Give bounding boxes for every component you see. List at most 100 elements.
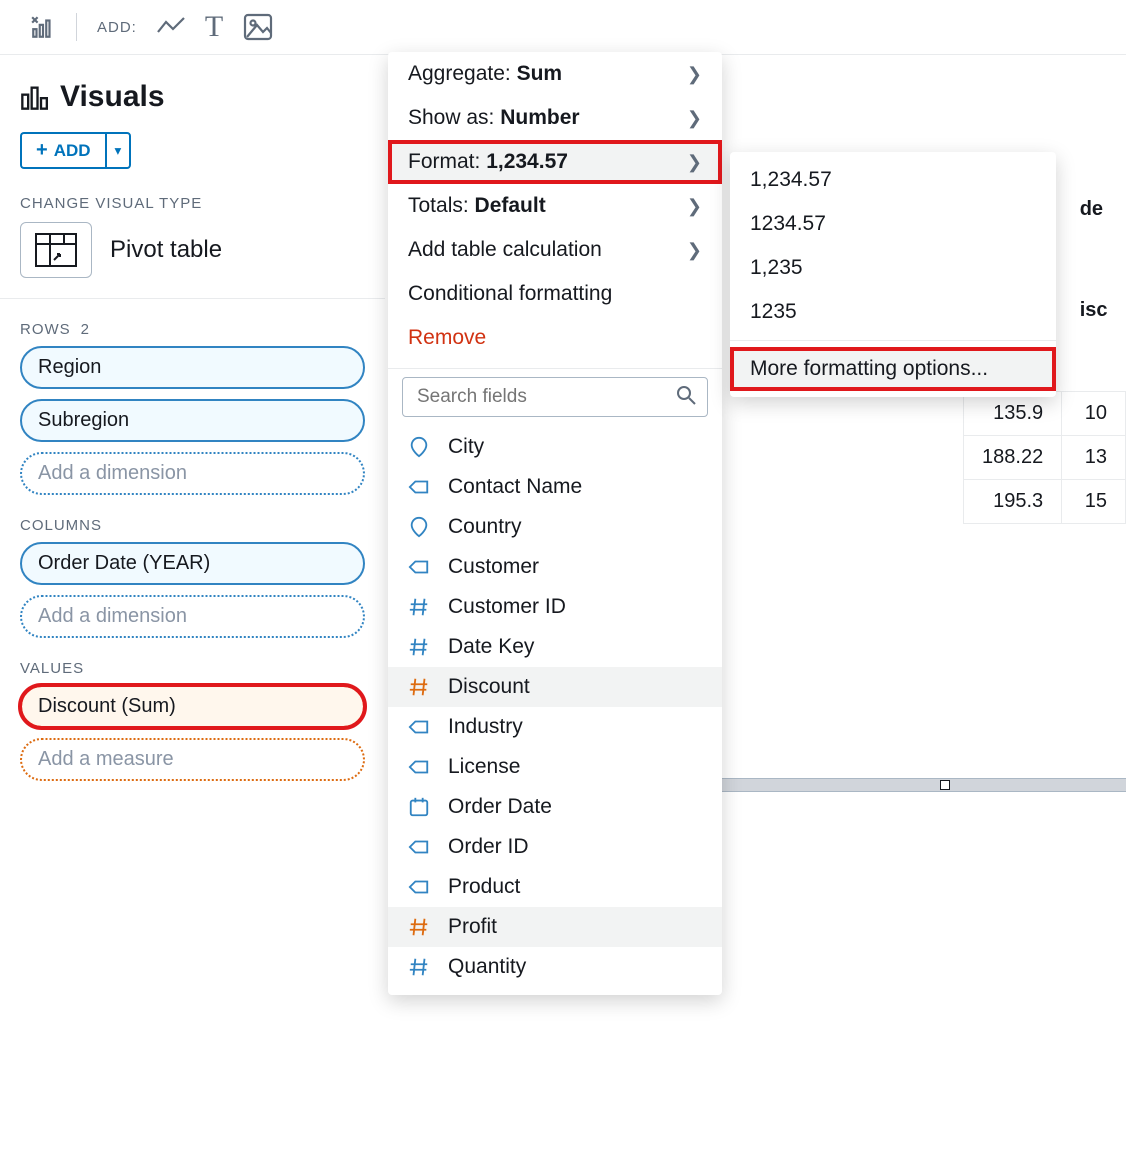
showas-prefix: Show as: — [408, 106, 500, 129]
add-visual-button[interactable]: + ADD — [20, 132, 105, 169]
menu-format[interactable]: Format: 1,234.57 ❯ — [388, 140, 722, 184]
row-placeholder[interactable]: Add a dimension — [20, 452, 365, 495]
submenu-separator — [730, 340, 1056, 341]
change-visual-type-label: CHANGE VISUAL TYPE — [20, 195, 365, 212]
field-row-order-date[interactable]: Order Date — [388, 787, 722, 827]
field-label: Country — [448, 515, 522, 539]
row-pill-region[interactable]: Region — [20, 346, 365, 389]
menu-conditional-format[interactable]: Conditional formatting — [388, 272, 722, 316]
field-label: Industry — [448, 715, 523, 739]
menu-add-calc[interactable]: Add table calculation ❯ — [388, 228, 722, 272]
cell-0-1: 10 — [1062, 391, 1126, 435]
field-row-date-key[interactable]: Date Key — [388, 627, 722, 667]
panel-header: Visuals — [20, 80, 365, 114]
top-toolbar: ADD: T — [0, 0, 1126, 55]
field-row-product[interactable]: Product — [388, 867, 722, 907]
bars-icon — [20, 83, 48, 111]
column-pill-order-date[interactable]: Order Date (YEAR) — [20, 542, 365, 585]
visuals-panel: Visuals + ADD ▾ CHANGE VISUAL TYPE Pivot… — [0, 70, 385, 801]
field-row-country[interactable]: Country — [388, 507, 722, 547]
format-prefix: Format: — [408, 150, 486, 173]
caret-down-icon: ▾ — [115, 143, 122, 158]
chevron-right-icon: ❯ — [687, 108, 702, 129]
panel-title: Visuals — [60, 80, 165, 114]
cell-2-1: 15 — [1062, 479, 1126, 523]
field-row-customer-id[interactable]: Customer ID — [388, 587, 722, 627]
chevron-right-icon: ❯ — [687, 240, 702, 261]
add-calc-label: Add table calculation — [408, 238, 602, 262]
field-row-contact-name[interactable]: Contact Name — [388, 467, 722, 507]
field-label: License — [448, 755, 520, 779]
scroll-ruler[interactable] — [720, 772, 1126, 808]
ruler-bar — [720, 778, 1126, 792]
field-label: City — [448, 435, 484, 459]
row-pill-subregion[interactable]: Subregion — [20, 399, 365, 442]
chevron-right-icon: ❯ — [687, 64, 702, 85]
field-list: City Contact Name Country Customer Custo… — [388, 427, 722, 987]
menu-remove[interactable]: Remove — [388, 316, 722, 360]
dim-icon — [408, 716, 430, 738]
field-label: Order Date — [448, 795, 552, 819]
totals-value: Default — [475, 194, 546, 217]
geo-icon — [408, 516, 430, 538]
field-row-license[interactable]: License — [388, 747, 722, 787]
num-icon — [408, 956, 430, 978]
plus-icon: + — [36, 139, 48, 162]
format-option-1[interactable]: 1234.57 — [730, 202, 1056, 246]
chevron-right-icon: ❯ — [687, 196, 702, 217]
field-label: Date Key — [448, 635, 534, 659]
value-pill-discount[interactable]: Discount (Sum) — [20, 685, 365, 728]
num-icon — [408, 916, 430, 938]
format-option-3[interactable]: 1235 — [730, 290, 1056, 334]
field-row-customer[interactable]: Customer — [388, 547, 722, 587]
dim-icon — [408, 556, 430, 578]
toolbar-separator — [76, 13, 77, 41]
field-label: Quantity — [448, 955, 526, 979]
format-option-2[interactable]: 1,235 — [730, 246, 1056, 290]
menu-show-as[interactable]: Show as: Number ❯ — [388, 96, 722, 140]
format-more-options[interactable]: More formatting options... — [730, 347, 1056, 391]
dim-icon — [408, 756, 430, 778]
field-row-quantity[interactable]: Quantity — [388, 947, 722, 987]
add-label: ADD: — [97, 19, 137, 36]
field-label: Customer ID — [448, 595, 566, 619]
search-fields-input[interactable] — [402, 377, 708, 417]
search-icon — [676, 385, 696, 405]
menu-totals[interactable]: Totals: Default ❯ — [388, 184, 722, 228]
value-placeholder[interactable]: Add a measure — [20, 738, 365, 781]
cell-2-0: 195.3 — [964, 479, 1062, 523]
dim-icon — [408, 876, 430, 898]
add-line-chart-icon[interactable] — [157, 16, 185, 38]
format-option-0[interactable]: 1,234.57 — [730, 158, 1056, 202]
format-submenu: 1,234.57 1234.57 1,235 1235 More formatt… — [730, 152, 1056, 397]
ruler-marker[interactable] — [940, 780, 950, 790]
remove-label: Remove — [408, 326, 486, 350]
dim-icon — [408, 476, 430, 498]
field-row-order-id[interactable]: Order ID — [388, 827, 722, 867]
field-row-discount[interactable]: Discount — [388, 667, 722, 707]
num-icon — [408, 676, 430, 698]
add-text-icon[interactable]: T — [205, 10, 223, 44]
add-visual-caret[interactable]: ▾ — [105, 132, 132, 169]
field-label: Order ID — [448, 835, 529, 859]
field-row-city[interactable]: City — [388, 427, 722, 467]
field-label: Discount — [448, 675, 530, 699]
menu-aggregate[interactable]: Aggregate: Sum ❯ — [388, 52, 722, 96]
chart-edit-icon[interactable] — [30, 14, 56, 40]
add-image-icon[interactable] — [243, 13, 273, 41]
field-label: Contact Name — [448, 475, 582, 499]
chevron-right-icon: ❯ — [687, 152, 702, 173]
visual-type-name: Pivot table — [110, 236, 222, 264]
aggregate-prefix: Aggregate: — [408, 62, 517, 85]
rows-label: ROWS 2 — [20, 321, 365, 338]
field-row-industry[interactable]: Industry — [388, 707, 722, 747]
showas-value: Number — [500, 106, 579, 129]
column-placeholder[interactable]: Add a dimension — [20, 595, 365, 638]
cell-0-0: 135.9 — [964, 391, 1062, 435]
field-row-profit[interactable]: Profit — [388, 907, 722, 947]
rows-label-text: ROWS — [20, 321, 71, 338]
field-label: Customer — [448, 555, 539, 579]
visual-type-selector[interactable]: Pivot table — [20, 222, 365, 278]
columns-label: COLUMNS — [20, 517, 365, 534]
format-value: 1,234.57 — [486, 150, 568, 173]
